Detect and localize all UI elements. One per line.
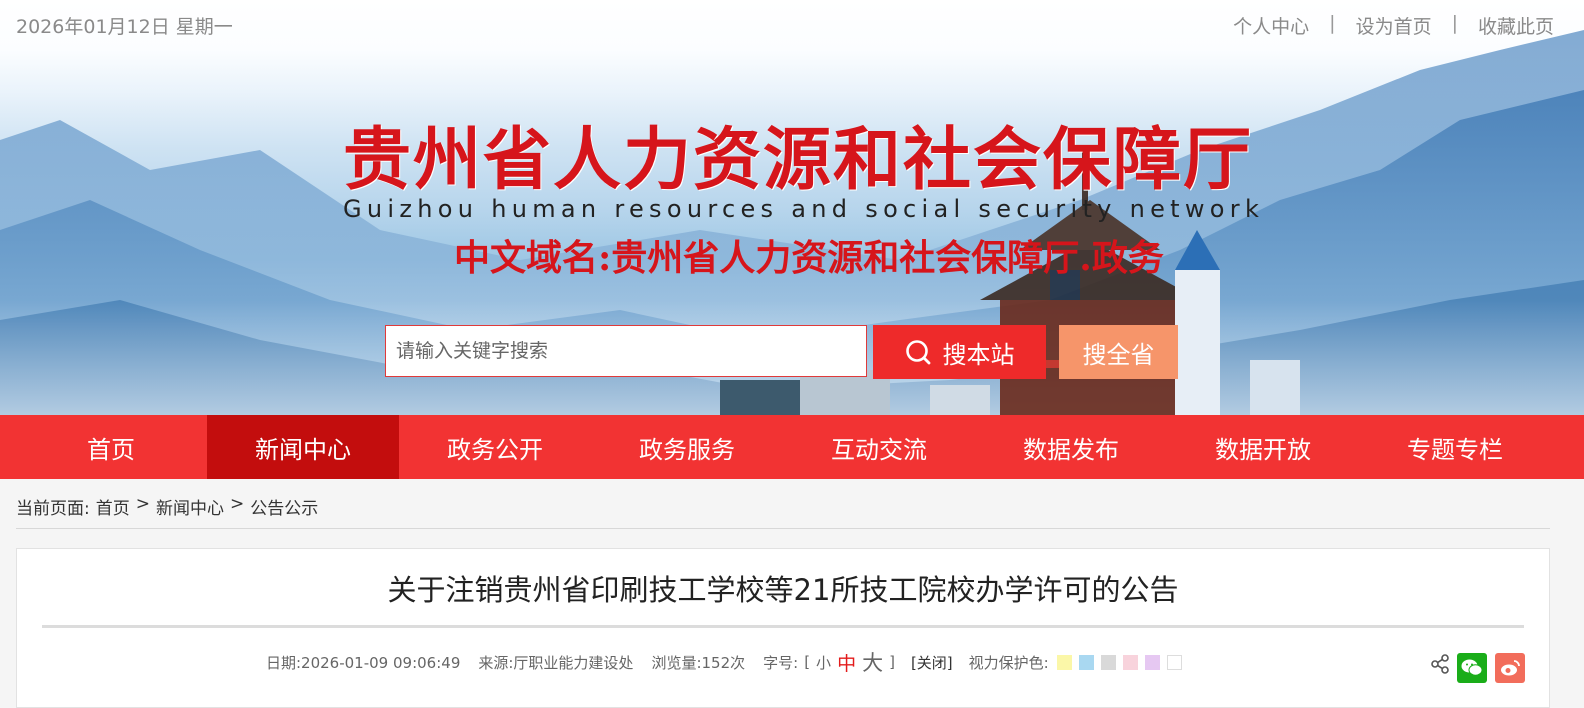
- site-domain-name: 中文域名:贵州省人力资源和社会保障厅.政务: [454, 237, 1164, 279]
- search-province-button[interactable]: 搜全省: [1059, 325, 1178, 379]
- bracket-close: ]: [889, 653, 895, 671]
- search-site-label: 搜本站: [942, 340, 1015, 369]
- header-banner: 2026年01月12日 星期一 个人中心 | 设为首页 | 收藏此页 贵州省人力…: [0, 0, 1584, 418]
- personal-center-link[interactable]: 个人中心: [1233, 12, 1309, 39]
- article-source: 来源:厅职业能力建设处: [478, 653, 634, 672]
- swatch-pink[interactable]: [1122, 654, 1138, 670]
- wechat-share-icon[interactable]: [1457, 653, 1487, 683]
- weibo-share-icon[interactable]: [1495, 653, 1525, 683]
- view-count: 浏览量:152次: [651, 653, 746, 672]
- search-icon: [905, 340, 930, 365]
- search-site-button[interactable]: 搜本站: [873, 325, 1046, 379]
- article-meta: 日期:2026-01-09 09:06:49 来源:厅职业能力建设处 浏览量:1…: [266, 647, 1182, 677]
- breadcrumb-sep: >: [135, 494, 150, 514]
- site-title: 贵州省人力资源和社会保障厅: [343, 121, 1254, 200]
- nav-item-interaction[interactable]: 互动交流: [783, 415, 975, 479]
- breadcrumb: 当前页面: 首页 > 新闻中心 > 公告公示: [16, 494, 318, 519]
- current-date: 2026年01月12日 星期一: [16, 16, 233, 38]
- font-small-button[interactable]: 小: [816, 652, 831, 673]
- divider: [16, 528, 1550, 529]
- font-large-button[interactable]: 大: [862, 647, 883, 677]
- breadcrumb-news-center[interactable]: 新闻中心: [156, 494, 224, 519]
- set-homepage-link[interactable]: 设为首页: [1356, 12, 1432, 39]
- share-icon[interactable]: [1431, 654, 1449, 674]
- main-nav: 首页 新闻中心 政务公开 政务服务 互动交流 数据发布 数据开放 专题专栏: [0, 415, 1584, 479]
- nav-item-government-affairs[interactable]: 政务公开: [399, 415, 591, 479]
- nav-item-open-data[interactable]: 数据开放: [1167, 415, 1359, 479]
- title-divider: [42, 625, 1524, 628]
- top-bar: 2026年01月12日 星期一 个人中心 | 设为首页 | 收藏此页: [0, 0, 1584, 50]
- swatch-blue[interactable]: [1078, 654, 1094, 670]
- swatch-gray[interactable]: [1100, 654, 1116, 670]
- swatch-white[interactable]: [1166, 654, 1182, 670]
- eye-protection-label: 视力保护色:: [968, 653, 1049, 672]
- breadcrumb-sep: >: [229, 494, 245, 514]
- article-title: 关于注销贵州省印刷技工学校等21所技工院校办学许可的公告: [387, 573, 1179, 607]
- breadcrumb-prefix: 当前页面:: [16, 499, 90, 519]
- site-subtitle: Guizhou human resources and social secur…: [343, 195, 1265, 223]
- separator: |: [1451, 12, 1458, 34]
- nav-item-special-topics[interactable]: 专题专栏: [1359, 415, 1551, 479]
- nav-item-home[interactable]: 首页: [15, 415, 207, 479]
- font-size-label: 字号:: [763, 653, 799, 672]
- article-card: 关于注销贵州省印刷技工学校等21所技工院校办学许可的公告 日期:2026-01-…: [16, 548, 1550, 708]
- top-links: 个人中心 | 设为首页 | 收藏此页: [1233, 12, 1554, 39]
- swatch-purple[interactable]: [1144, 654, 1160, 670]
- nav-item-data-release[interactable]: 数据发布: [975, 415, 1167, 479]
- bracket-open: [: [804, 653, 811, 671]
- publish-date: 日期:2026-01-09 09:06:49: [266, 653, 461, 672]
- close-button[interactable]: [关闭]: [911, 652, 953, 673]
- bookmark-page-link[interactable]: 收藏此页: [1478, 12, 1554, 39]
- swatch-yellow[interactable]: [1056, 654, 1072, 670]
- nav-item-government-services[interactable]: 政务服务: [591, 415, 783, 479]
- search-box: [385, 325, 867, 377]
- eye-color-swatches: [1056, 654, 1182, 670]
- search-input[interactable]: [386, 326, 866, 376]
- separator: |: [1329, 12, 1336, 34]
- font-size-controls: 字号: [ 小 中 大 ]: [763, 647, 895, 677]
- breadcrumb-home[interactable]: 首页: [96, 494, 130, 519]
- font-medium-button[interactable]: 中: [837, 649, 856, 676]
- breadcrumb-announcements[interactable]: 公告公示: [250, 494, 318, 519]
- nav-item-news-center[interactable]: 新闻中心: [207, 415, 399, 479]
